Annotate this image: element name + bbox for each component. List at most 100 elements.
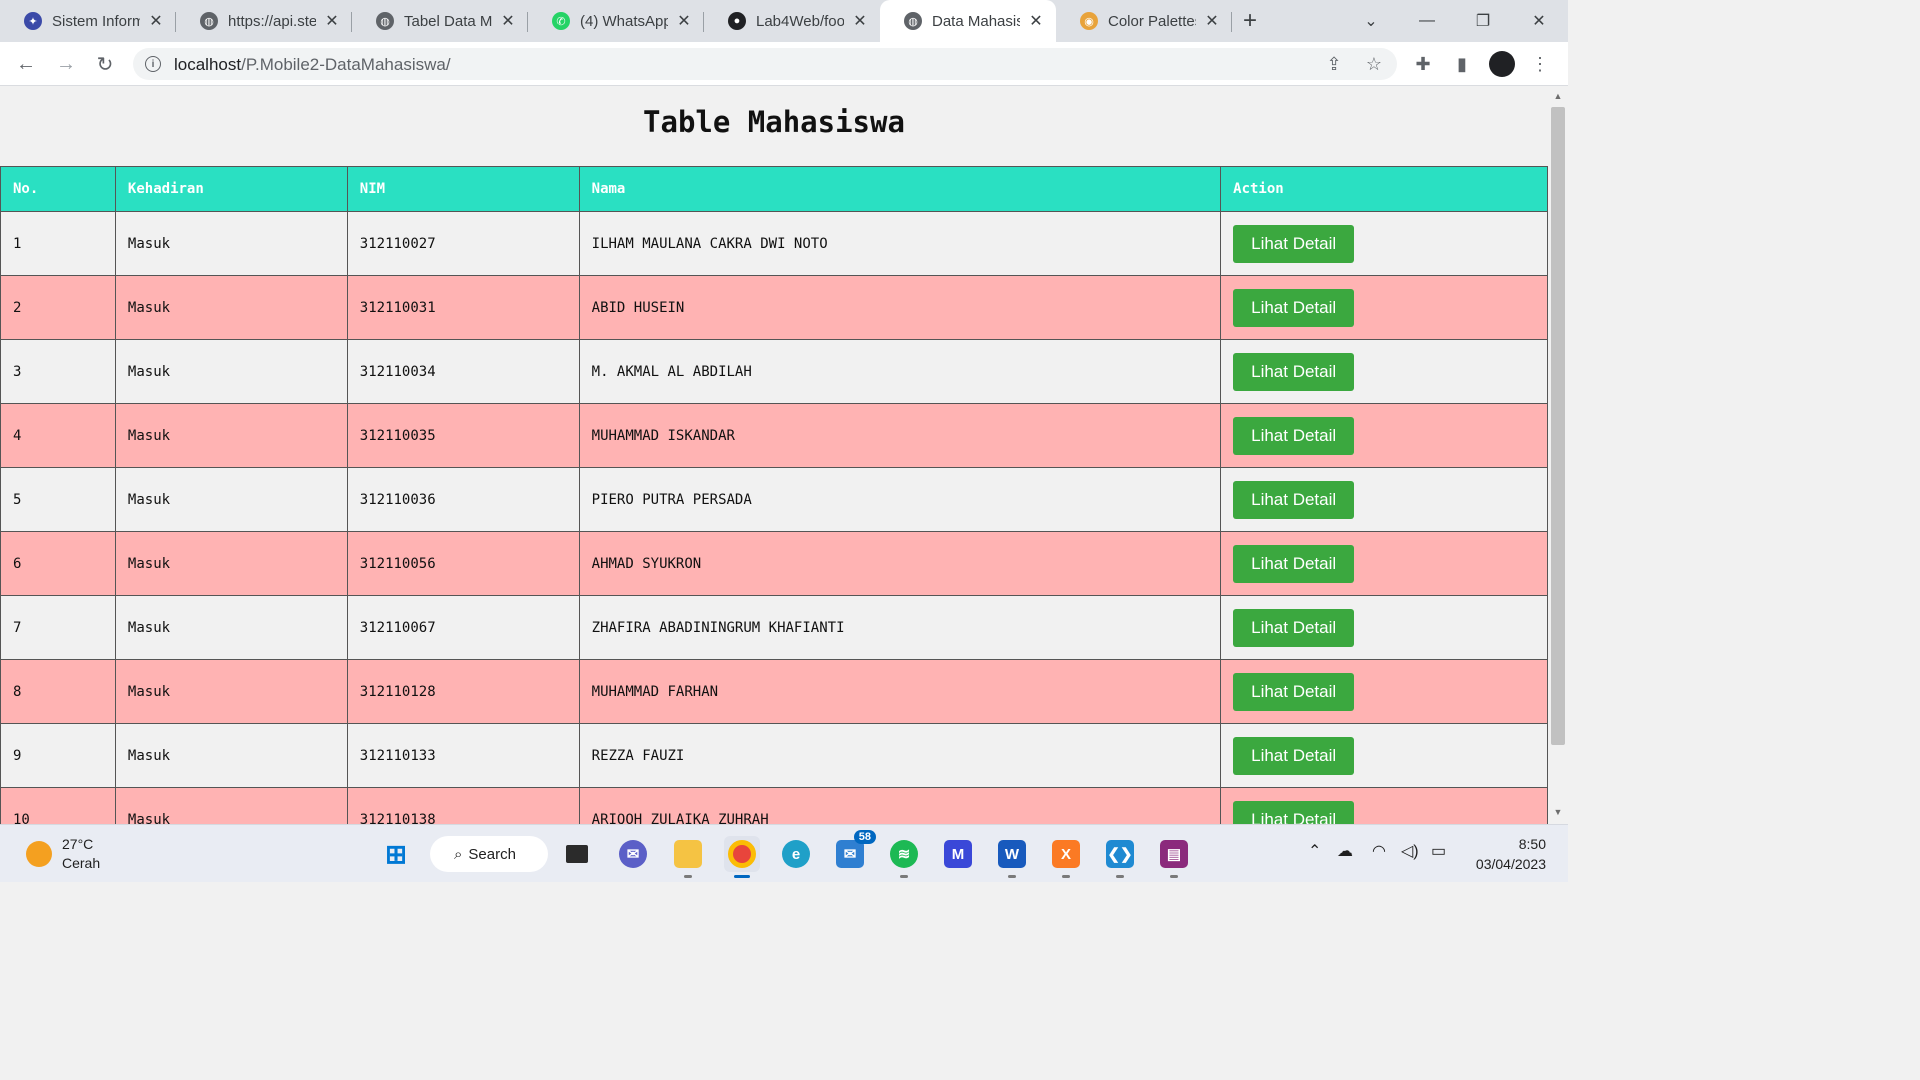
- lihat-detail-button[interactable]: Lihat Detail: [1233, 608, 1355, 647]
- back-arrow-icon[interactable]: ←: [12, 50, 40, 78]
- scrollbar-thumb[interactable]: [1551, 107, 1565, 745]
- lihat-detail-button[interactable]: Lihat Detail: [1233, 800, 1355, 824]
- chevron-up-icon[interactable]: ⌃: [1308, 841, 1321, 861]
- lihat-detail-button[interactable]: Lihat Detail: [1233, 352, 1355, 391]
- cell-nama: M. AKMAL AL ABDILAH: [578, 339, 1222, 404]
- cell-no: 10: [0, 787, 116, 824]
- page-title: Table Mahasiswa: [643, 105, 905, 139]
- cell-no: 7: [0, 595, 116, 660]
- lihat-detail-button[interactable]: Lihat Detail: [1233, 736, 1355, 775]
- onedrive-cloud-icon[interactable]: ☁: [1337, 841, 1353, 861]
- lihat-detail-button[interactable]: Lihat Detail: [1233, 480, 1355, 519]
- weather-widget[interactable]: 27°C Cerah: [26, 835, 100, 873]
- share-icon[interactable]: ⇪: [1322, 52, 1346, 76]
- chrome-taskbar-button[interactable]: [724, 836, 760, 878]
- clock-time: 8:50: [1518, 836, 1546, 852]
- cell-kehadiran: Masuk: [114, 403, 348, 468]
- taskbar-search[interactable]: ⌕ Search: [430, 836, 548, 872]
- chat-icon: ✉: [619, 840, 647, 868]
- spotify-button[interactable]: ≋: [886, 836, 922, 878]
- battery-icon[interactable]: ▭: [1431, 841, 1446, 861]
- tab-color-palettes[interactable]: ◉ Color Palettes ✕: [1056, 0, 1232, 42]
- close-tab-icon[interactable]: ✕: [850, 11, 870, 31]
- close-window-icon[interactable]: ✕: [1511, 0, 1567, 42]
- close-tab-icon[interactable]: ✕: [322, 11, 342, 31]
- close-tab-icon[interactable]: ✕: [1026, 11, 1046, 31]
- teams-chat-button[interactable]: ✉: [615, 836, 651, 872]
- cell-action: Lihat Detail: [1220, 467, 1548, 532]
- tab-github[interactable]: ● Lab4Web/foote ✕: [704, 0, 880, 42]
- bookmark-star-icon[interactable]: ☆: [1362, 52, 1386, 76]
- cell-action: Lihat Detail: [1220, 403, 1548, 468]
- lihat-detail-button[interactable]: Lihat Detail: [1233, 288, 1355, 327]
- minimize-icon[interactable]: —: [1399, 0, 1455, 42]
- cell-nama: ZHAFIRA ABADININGRUM KHAFIANTI: [578, 595, 1222, 660]
- reload-icon[interactable]: ↻: [91, 50, 119, 78]
- palette-icon: ◉: [1080, 12, 1098, 30]
- cell-action: Lihat Detail: [1220, 531, 1548, 596]
- tab-separator: [1231, 12, 1232, 32]
- scroll-up-arrow-icon[interactable]: ▲: [1552, 91, 1564, 103]
- close-tab-icon[interactable]: ✕: [146, 11, 166, 31]
- wifi-icon[interactable]: ◠: [1372, 841, 1386, 861]
- winrar-button[interactable]: ▤: [1156, 836, 1192, 878]
- lihat-detail-button[interactable]: Lihat Detail: [1233, 416, 1355, 455]
- cell-kehadiran: Masuk: [114, 787, 348, 824]
- address-bar[interactable]: i localhost/P.Mobile2-DataMahasiswa/ ⇪ ☆: [133, 48, 1397, 80]
- site-info-icon[interactable]: i: [145, 56, 161, 72]
- profile-avatar[interactable]: [1489, 51, 1515, 77]
- mail-button[interactable]: ✉ 58: [832, 830, 876, 872]
- mail-icon: ✉: [836, 840, 864, 868]
- system-clock[interactable]: 8:50 03/04/2023: [1460, 834, 1546, 874]
- browser-toolbar: ← → ↻ i localhost/P.Mobile2-DataMahasisw…: [0, 42, 1568, 86]
- cell-action: Lihat Detail: [1220, 275, 1548, 340]
- cell-nim: 312110067: [346, 595, 580, 660]
- url-text[interactable]: localhost/P.Mobile2-DataMahasiswa/: [174, 55, 451, 75]
- edge-button[interactable]: e: [778, 836, 814, 872]
- table-row: 3 Masuk 312110034 M. AKMAL AL ABDILAH Li…: [0, 339, 1548, 404]
- globe-icon: ◍: [200, 12, 218, 30]
- cell-nim: 312110027: [346, 211, 580, 276]
- column-header-no: No.: [0, 166, 116, 212]
- file-explorer-button[interactable]: [670, 836, 706, 878]
- lihat-detail-button[interactable]: Lihat Detail: [1233, 544, 1355, 583]
- clock-date: 03/04/2023: [1475, 856, 1546, 872]
- cell-no: 4: [0, 403, 116, 468]
- restore-icon[interactable]: ❐: [1455, 0, 1511, 42]
- cell-nim: 312110035: [346, 403, 580, 468]
- side-panel-icon[interactable]: ▮: [1450, 52, 1474, 76]
- cell-kehadiran: Masuk: [114, 723, 348, 788]
- scroll-down-arrow-icon[interactable]: ▼: [1552, 807, 1564, 819]
- winrar-icon: ▤: [1160, 840, 1188, 868]
- browser-tab-strip: ✦ Sistem Informa ✕ ◍ https://api.stei ✕ …: [0, 0, 1568, 42]
- tab-tabel-data[interactable]: ◍ Tabel Data Ma ✕: [352, 0, 528, 42]
- tab-label: Tabel Data Ma: [404, 12, 492, 30]
- tab-whatsapp[interactable]: ✆ (4) WhatsApp ✕: [528, 0, 704, 42]
- lihat-detail-button[interactable]: Lihat Detail: [1233, 224, 1355, 263]
- new-tab-button[interactable]: +: [1232, 0, 1268, 42]
- start-button[interactable]: ⊞: [378, 836, 414, 872]
- vertical-scrollbar[interactable]: ▲ ▼: [1548, 87, 1568, 824]
- tab-api[interactable]: ◍ https://api.stei ✕: [176, 0, 352, 42]
- xampp-button[interactable]: X: [1048, 836, 1084, 878]
- app-button[interactable]: M: [940, 836, 976, 872]
- lihat-detail-button[interactable]: Lihat Detail: [1233, 672, 1355, 711]
- cell-kehadiran: Masuk: [114, 467, 348, 532]
- tab-search-chevron-icon[interactable]: ⌄: [1343, 0, 1399, 42]
- tab-data-mahasiswa[interactable]: ◍ Data Mahasisw ✕: [880, 0, 1056, 42]
- forward-arrow-icon[interactable]: →: [52, 50, 80, 78]
- weather-desc: Cerah: [62, 855, 101, 871]
- close-tab-icon[interactable]: ✕: [1202, 11, 1222, 31]
- close-tab-icon[interactable]: ✕: [674, 11, 694, 31]
- vscode-button[interactable]: ❮❯: [1102, 836, 1138, 878]
- task-view-button[interactable]: [559, 836, 595, 872]
- tab-sistem-informasi[interactable]: ✦ Sistem Informa ✕: [0, 0, 176, 42]
- kebab-menu-icon[interactable]: ⋮: [1528, 52, 1552, 76]
- spotify-icon: ≋: [890, 840, 918, 868]
- url-host: localhost: [174, 55, 242, 74]
- whatsapp-icon: ✆: [552, 12, 570, 30]
- word-button[interactable]: W: [994, 836, 1030, 878]
- close-tab-icon[interactable]: ✕: [498, 11, 518, 31]
- extensions-puzzle-icon[interactable]: ✚: [1411, 52, 1435, 76]
- volume-icon[interactable]: ◁): [1401, 841, 1419, 861]
